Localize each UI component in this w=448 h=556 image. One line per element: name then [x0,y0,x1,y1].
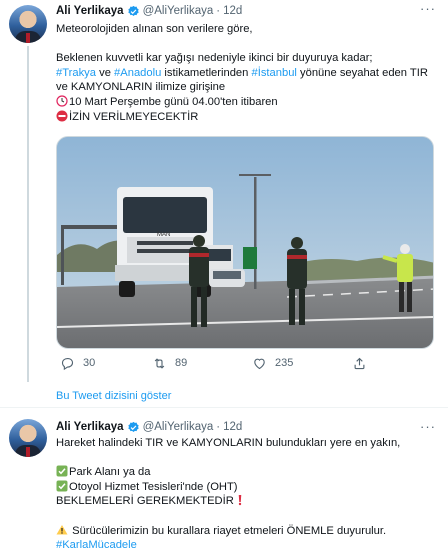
tweet-header: Ali Yerlikaya @AliYerlikaya · 12d [56,3,242,19]
verified-badge-icon [127,5,139,16]
tweet-text: Hareket halindeki TIR ve KAMYONLARIN bul… [56,436,436,553]
separator-dot: · [216,421,221,433]
text-line: Beklenen kuvvetli kar yağışı nedeniyle i… [56,52,373,65]
line-break [56,509,436,524]
avatar[interactable] [9,5,47,43]
exclamation-icon [234,494,246,506]
show-thread-link[interactable]: Bu Tweet dizisini göster [56,389,171,404]
share-button[interactable] [352,356,367,371]
author-handle[interactable]: @AliYerlikaya [143,3,214,19]
reply-button[interactable]: 30 [60,356,95,371]
tweet[interactable]: Ali Yerlikaya @AliYerlikaya · 12d ··· Ha… [0,410,448,556]
text-line: Hareket halindeki TIR ve KAMYONLARIN bul… [56,437,401,449]
svg-text:MAN: MAN [157,232,170,238]
hashtag-link[interactable]: #Anadolu [114,67,161,79]
share-icon [354,357,365,370]
warning-icon [56,524,68,536]
like-button[interactable]: 235 [252,356,293,371]
more-options-icon[interactable]: ··· [420,418,436,436]
heart-icon [254,358,265,370]
tweet-text: Meteorolojiden alınan son verilere göre,… [56,22,436,124]
divider [0,407,448,408]
line-break [56,37,436,52]
highway-checkpoint-photo: MAN [57,137,433,348]
text-line: BEKLEMELERİ GEREKMEKTEDİR [56,494,436,509]
author-name[interactable]: Ali Yerlikaya [56,3,124,19]
verified-badge-icon [127,421,139,432]
separator-dot: · [216,5,221,17]
retweet-button[interactable]: 89 [152,356,187,371]
text-line: Meteorolojiden alınan son verilere göre, [56,23,253,35]
line-break [56,451,436,466]
text-line: Otoyol Hizmet Tesisleri'nde (OHT) [56,480,436,495]
hashtag-link[interactable]: #Trakya [56,67,96,79]
text-line: İZİN VERİLMEYECEKTİR [56,110,436,125]
thread-line [27,46,29,382]
author-handle[interactable]: @AliYerlikaya [143,419,214,435]
hashtag-link[interactable]: #KarlaMücadele [56,539,137,551]
like-count: 235 [275,357,294,369]
avatar[interactable] [9,419,47,457]
text-line: #KarlaMücadele [56,538,436,553]
text-line: #Trakya ve #Anadolu istikametlerinden #İ… [56,66,428,79]
more-options-icon[interactable]: ··· [420,0,436,18]
reply-count: 30 [83,357,96,369]
no-entry-icon [56,110,68,122]
tweet[interactable]: Ali Yerlikaya @AliYerlikaya · 12d ··· Me… [0,0,448,382]
retweet-count: 89 [175,357,188,369]
timestamp[interactable]: 12d [223,419,242,435]
text-line: Sürücülerimizin bu kurallara riayet etme… [56,524,436,539]
timestamp[interactable]: 12d [223,3,242,19]
retweet-icon [154,358,165,369]
reply-icon [61,358,74,371]
text-line: ve KAMYONLARIN ilimize girişine [56,81,226,94]
hashtag-link[interactable]: #İstanbul [252,67,297,79]
tweet-actions: 30 89 235 [56,356,416,376]
text-line: 10 Mart Perşembe günü 04.00'ten itibaren [56,95,436,110]
check-icon [56,465,68,477]
tweet-photo[interactable]: MAN [56,136,434,349]
author-name[interactable]: Ali Yerlikaya [56,419,124,435]
tweet-header: Ali Yerlikaya @AliYerlikaya · 12d [56,419,242,435]
check-icon [56,480,68,492]
text-line: Park Alanı ya da [56,465,436,480]
clock-icon [56,95,68,107]
